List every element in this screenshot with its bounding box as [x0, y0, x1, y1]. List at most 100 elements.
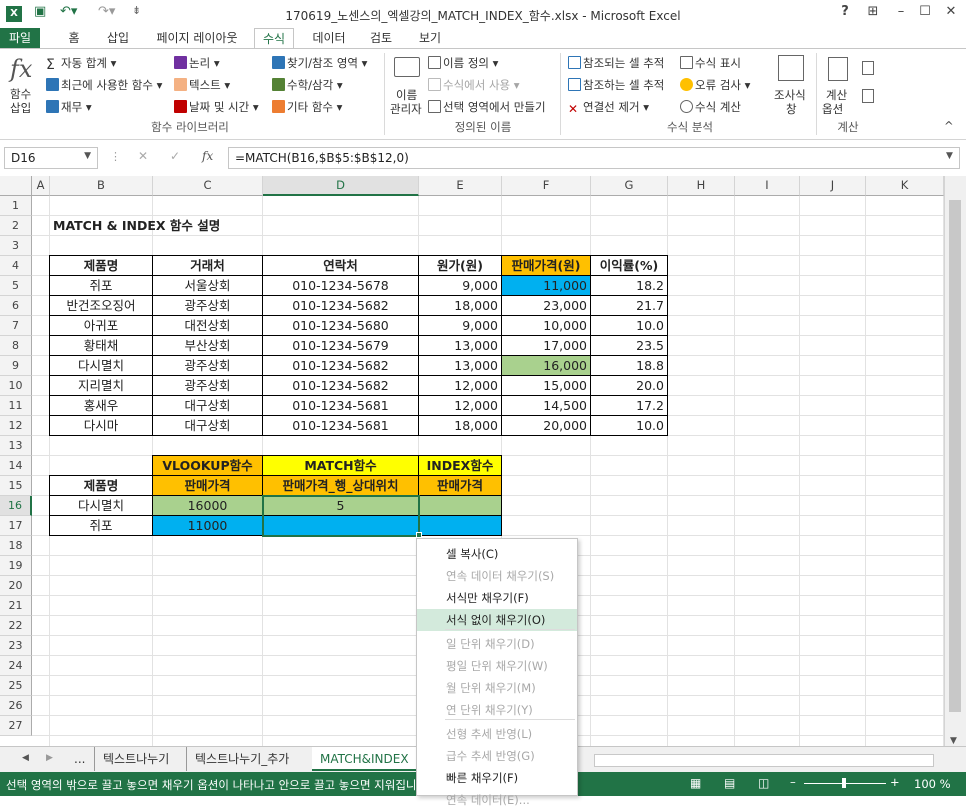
lookup-header-2[interactable]: 판매가격 [152, 475, 263, 496]
lookup-cell[interactable]: 16000 [152, 495, 263, 516]
scrollbar-thumb[interactable] [949, 200, 961, 712]
column-header-k[interactable]: K [866, 176, 944, 196]
table-cell[interactable]: 010-1234-5680 [262, 315, 419, 336]
use-in-formula-button[interactable]: 수식에서 사용 ▾ [428, 77, 520, 93]
column-header-j[interactable]: J [800, 176, 866, 196]
help-button[interactable]: ? [834, 4, 856, 24]
table-cell[interactable]: 10,000 [501, 315, 591, 336]
row-header-21[interactable]: 21 [0, 596, 32, 616]
column-header-i[interactable]: I [735, 176, 800, 196]
restore-button[interactable]: ☐ [914, 4, 936, 24]
menu-item-11[interactable]: 빠른 채우기(F) [417, 767, 577, 789]
zoom-level[interactable]: 100 % [914, 777, 951, 791]
row-header-23[interactable]: 23 [0, 636, 32, 656]
row-header-26[interactable]: 26 [0, 696, 32, 716]
menu-item-6[interactable]: 평일 단위 채우기(W) [417, 655, 577, 677]
table-cell[interactable]: 쥐포 [49, 275, 153, 296]
table-cell[interactable]: 14,500 [501, 395, 591, 416]
table-cell[interactable]: 20.0 [590, 375, 668, 396]
zoom-in-button[interactable]: + [890, 775, 900, 789]
minimize-button[interactable]: – [890, 4, 912, 24]
define-name-button[interactable]: 이름 정의 ▾ [428, 55, 498, 71]
row-header-24[interactable]: 24 [0, 656, 32, 676]
scroll-down-icon[interactable]: ▼ [950, 736, 957, 746]
table-cell[interactable]: 다시마 [49, 415, 153, 436]
text-button[interactable]: 텍스트 ▾ [174, 77, 230, 93]
menu-item-12[interactable]: 연속 데이터(E)... [417, 789, 577, 811]
table-cell[interactable]: 대전상회 [152, 315, 263, 336]
row-header-16[interactable]: 16 [0, 496, 32, 516]
more-functions-button[interactable]: 기타 함수 ▾ [272, 99, 342, 115]
error-check-button[interactable]: 오류 검사 ▾ [680, 77, 750, 93]
table-cell[interactable]: 반건조오징어 [49, 295, 153, 316]
name-manager-label-2[interactable]: 관리자 [390, 101, 422, 117]
calc-now-icon[interactable] [862, 61, 874, 75]
close-button[interactable]: ✕ [940, 4, 962, 24]
table-cell[interactable]: 부산상회 [152, 335, 263, 356]
table-cell[interactable]: 010-1234-5678 [262, 275, 419, 296]
evaluate-formula-button[interactable]: 수식 계산 [680, 99, 741, 115]
table-cell[interactable]: 9,000 [418, 315, 502, 336]
expand-formula-icon[interactable]: ▼ [946, 151, 953, 161]
lookup-cell[interactable] [418, 515, 502, 536]
column-header-a[interactable]: A [32, 176, 50, 196]
tab-insert[interactable]: 삽입 [100, 28, 136, 49]
table-cell[interactable]: 18.8 [590, 355, 668, 376]
table-cell[interactable]: 18,000 [418, 415, 502, 436]
lookup-cell[interactable]: 다시멸치 [49, 495, 153, 516]
table-cell[interactable]: 20,000 [501, 415, 591, 436]
collapse-ribbon-button[interactable]: ^ [944, 119, 954, 133]
row-header-7[interactable]: 7 [0, 316, 32, 336]
table-cell[interactable]: 지리멸치 [49, 375, 153, 396]
row-header-14[interactable]: 14 [0, 456, 32, 476]
table-header-1[interactable]: 제품명 [49, 255, 153, 276]
lookup-button[interactable]: 찾기/참조 영역 ▾ [272, 55, 367, 71]
math-button[interactable]: 수학/삼각 ▾ [272, 77, 343, 93]
table-cell[interactable]: 010-1234-5681 [262, 395, 419, 416]
sheet-heading[interactable]: MATCH & INDEX 함수 설명 [50, 216, 350, 236]
table-header-2[interactable]: 거래처 [152, 255, 263, 276]
table-cell[interactable]: 13,000 [418, 355, 502, 376]
menu-item-3[interactable]: 서식만 채우기(F) [417, 587, 577, 609]
column-header-e[interactable]: E [419, 176, 502, 196]
zoom-slider-thumb[interactable] [842, 778, 846, 788]
table-cell[interactable]: 23,000 [501, 295, 591, 316]
calc-sheet-icon[interactable] [862, 89, 874, 103]
menu-item-7[interactable]: 월 단위 채우기(M) [417, 677, 577, 699]
table-header-4[interactable]: 원가(원) [418, 255, 502, 276]
column-header-g[interactable]: G [591, 176, 668, 196]
horizontal-scrollbar[interactable] [594, 754, 934, 767]
row-header-20[interactable]: 20 [0, 576, 32, 596]
scroll-tabs-right-icon[interactable]: ▶ [46, 753, 53, 763]
row-header-3[interactable]: 3 [0, 236, 32, 256]
row-header-2[interactable]: 2 [0, 216, 32, 236]
table-cell[interactable]: 12,000 [418, 375, 502, 396]
normal-view-icon[interactable]: ▦ [690, 776, 701, 790]
row-header-22[interactable]: 22 [0, 616, 32, 636]
table-cell[interactable]: 23.5 [590, 335, 668, 356]
table-cell[interactable]: 광주상회 [152, 295, 263, 316]
lookup-header-3[interactable]: 판매가격_행_상대위치 [262, 475, 419, 496]
scroll-tabs-left-icon[interactable]: ◀ [22, 753, 29, 763]
table-cell[interactable]: 다시멸치 [49, 355, 153, 376]
table-cell[interactable]: 21.7 [590, 295, 668, 316]
lookup-title-3[interactable]: INDEX함수 [418, 455, 502, 476]
table-cell[interactable]: 9,000 [418, 275, 502, 296]
lookup-cell[interactable]: 쥐포 [49, 515, 153, 536]
formula-input[interactable]: =MATCH(B16,$B$5:$B$12,0) [228, 147, 960, 169]
table-cell[interactable]: 010-1234-5679 [262, 335, 419, 356]
fill-handle[interactable] [416, 532, 422, 538]
row-header-8[interactable]: 8 [0, 336, 32, 356]
row-header-27[interactable]: 27 [0, 716, 32, 736]
lookup-cell[interactable]: 11000 [152, 515, 263, 536]
watch-window-label-2[interactable]: 창 [786, 101, 797, 117]
row-header-12[interactable]: 12 [0, 416, 32, 436]
insert-function-button[interactable]: 함수 삽입 [10, 87, 31, 115]
table-cell[interactable]: 10.0 [590, 415, 668, 436]
row-header-9[interactable]: 9 [0, 356, 32, 376]
menu-item-4[interactable]: 서식 없이 채우기(O) [417, 609, 577, 631]
column-header-c[interactable]: C [153, 176, 263, 196]
row-header-11[interactable]: 11 [0, 396, 32, 416]
menu-item-5[interactable]: 일 단위 채우기(D) [417, 633, 577, 655]
table-header-3[interactable]: 연락처 [262, 255, 419, 276]
